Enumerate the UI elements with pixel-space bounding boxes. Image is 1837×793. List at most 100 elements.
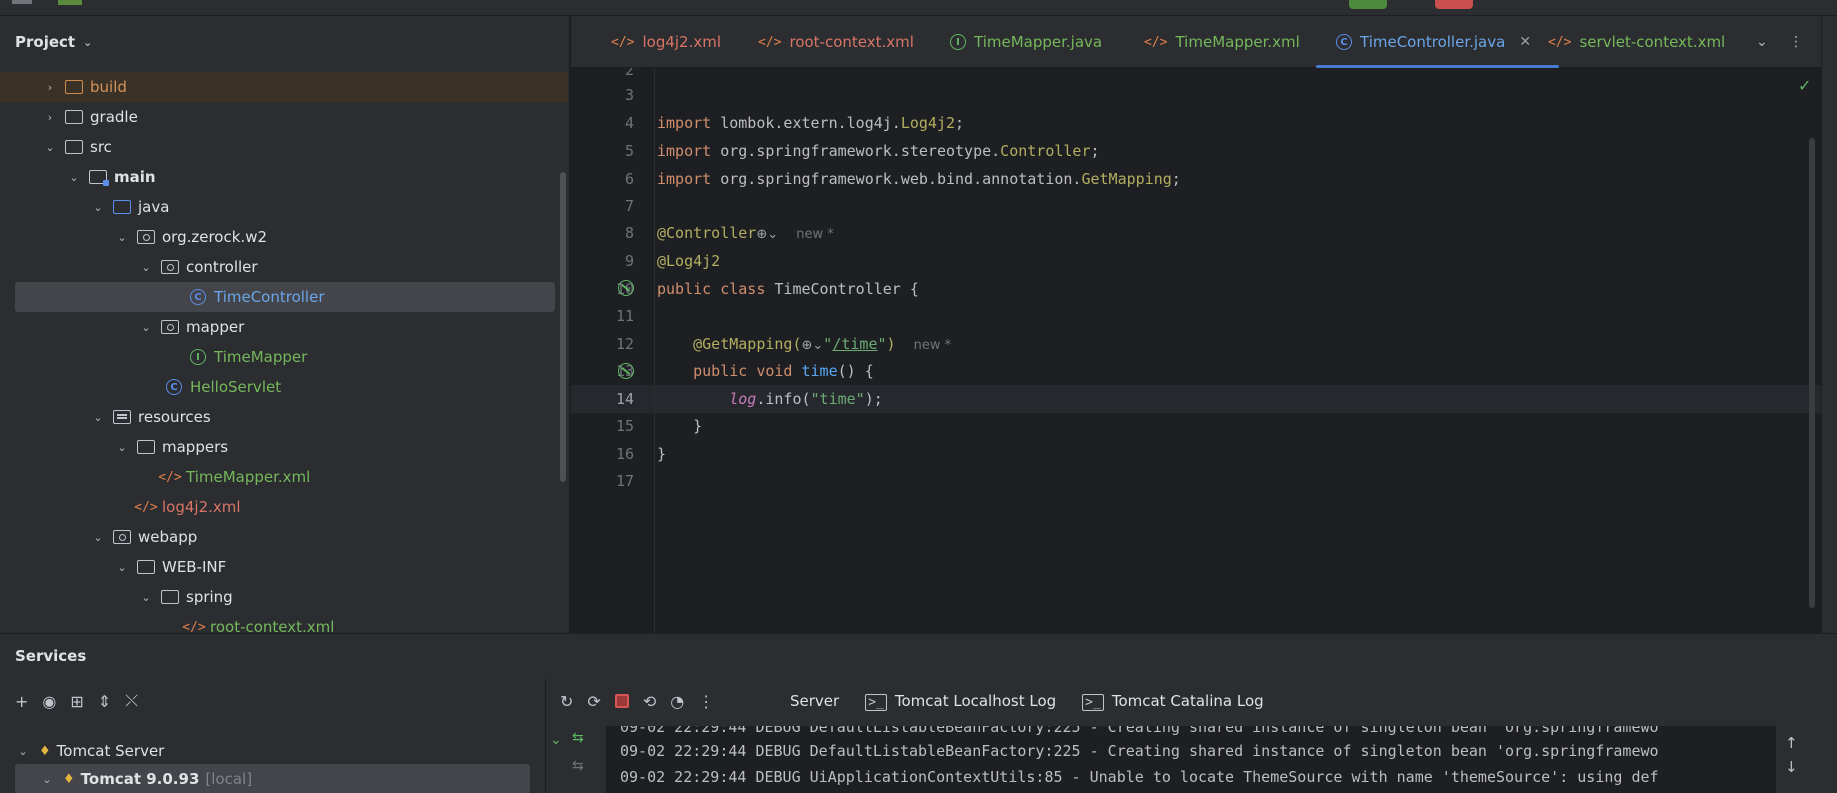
- spring-web-endpoint-icon[interactable]: [618, 363, 634, 379]
- services-panel: Services + ◉ ⊞ ⇕ ⤬ ⌄ ♦ Tomcat Server ⌄ ♦…: [0, 633, 1837, 793]
- code-line-12: @GetMapping(⊕⌄"/time") new *: [693, 335, 952, 353]
- tree-item-webapp[interactable]: ⌄ webapp: [0, 522, 568, 552]
- more-options-icon[interactable]: ⋮: [1789, 16, 1803, 68]
- tree-item-web-inf[interactable]: ⌄ WEB-INF: [0, 552, 568, 582]
- more-options-icon[interactable]: ⋮: [698, 692, 714, 711]
- tree-item-mappers[interactable]: ⌄ mappers: [0, 432, 568, 462]
- chevron-down-icon[interactable]: ⌄: [83, 36, 92, 49]
- rerun-icon[interactable]: ↻: [560, 692, 573, 711]
- xml-file-icon: </>: [1548, 34, 1572, 50]
- chevron-down-icon[interactable]: ⌄: [15, 745, 31, 758]
- chevron-down-icon[interactable]: ⌄: [90, 531, 106, 544]
- collapse-all-icon[interactable]: ⤬: [125, 691, 138, 711]
- chevron-down-icon[interactable]: ⌄: [114, 231, 130, 244]
- author-hint[interactable]: new *: [914, 338, 952, 353]
- package-icon: [161, 320, 179, 334]
- tree-item-helloservlet[interactable]: C HelloServlet: [0, 372, 568, 402]
- globe-icon[interactable]: ⊕⌄: [802, 338, 824, 353]
- tree-item-resources[interactable]: ⌄ resources: [0, 402, 568, 432]
- tree-item-src[interactable]: ⌄ src: [0, 132, 568, 162]
- project-badge-icon[interactable]: [58, 0, 82, 5]
- stop-icon[interactable]: [614, 694, 629, 708]
- update-icon[interactable]: ⟲: [643, 692, 656, 711]
- line-number: 7: [624, 197, 634, 215]
- class-icon: C: [166, 379, 182, 395]
- interface-icon: I: [190, 349, 206, 365]
- chevron-down-icon[interactable]: ⌄: [550, 732, 562, 748]
- project-title: Project: [15, 33, 76, 51]
- tree-item-gradle[interactable]: › gradle: [0, 102, 568, 132]
- tree-item-package[interactable]: ⌄ org.zerock.w2: [0, 222, 568, 252]
- no-problems-check-icon[interactable]: ✓: [1798, 76, 1811, 95]
- tab-tomcat-catalina-log[interactable]: >_ Tomcat Catalina Log: [1082, 692, 1264, 711]
- code-line-16: }: [657, 445, 667, 463]
- chevron-right-icon[interactable]: ›: [42, 81, 58, 94]
- code-line-5: import org.springframework.stereotype.Co…: [657, 142, 1100, 160]
- chevron-right-icon[interactable]: ›: [42, 111, 58, 124]
- tree-item-timemapper-xml[interactable]: </> TimeMapper.xml: [0, 462, 568, 492]
- tree-item-timemapper[interactable]: I TimeMapper: [0, 342, 568, 372]
- new-group-icon[interactable]: ⊞: [70, 692, 83, 711]
- line-number: 17: [615, 472, 634, 490]
- add-service-icon[interactable]: +: [15, 692, 28, 711]
- package-icon: [137, 230, 155, 244]
- tree-item-root-context-xml[interactable]: </> root-context.xml: [0, 612, 568, 633]
- tab-server[interactable]: Server: [790, 692, 839, 710]
- eye-icon[interactable]: ◉: [42, 692, 56, 711]
- tab-timemapper-java[interactable]: I TimeMapper.java: [950, 16, 1102, 68]
- editor-tabs: </> log4j2.xml </> root-context.xml I Ti…: [571, 16, 1837, 68]
- tree-item-mapper[interactable]: ⌄ mapper: [0, 312, 568, 342]
- chevron-down-icon[interactable]: ⌄: [114, 441, 130, 454]
- arrow-up-icon[interactable]: ↑: [1785, 734, 1798, 752]
- globe-icon[interactable]: ⊕⌄: [756, 227, 778, 242]
- line-number: 12: [615, 335, 634, 353]
- project-scrollbar[interactable]: [560, 172, 566, 482]
- chevron-down-icon[interactable]: ⌄: [138, 261, 154, 274]
- profiler-icon[interactable]: ◔: [670, 692, 684, 711]
- stop-button[interactable]: [1435, 0, 1473, 9]
- chevron-down-icon[interactable]: ⌄: [90, 411, 106, 424]
- tree-item-controller[interactable]: ⌄ controller: [0, 252, 568, 282]
- tab-servlet-context-xml[interactable]: </> servlet-context.xml: [1548, 16, 1725, 68]
- tree-item-build[interactable]: › build: [0, 72, 568, 102]
- tab-timecontroller-java[interactable]: C TimeController.java ✕: [1315, 16, 1560, 68]
- rerun-debug-icon[interactable]: ⟳: [587, 692, 600, 711]
- service-tomcat-server[interactable]: ⌄ ♦ Tomcat Server: [15, 736, 164, 766]
- folder-icon: [137, 440, 155, 454]
- chevron-down-icon[interactable]: ⌄: [1756, 16, 1768, 68]
- tree-item-spring[interactable]: ⌄ spring: [0, 582, 568, 612]
- tree-item-log4j2-xml[interactable]: </> log4j2.xml: [0, 492, 568, 522]
- chevron-down-icon[interactable]: ⌄: [90, 201, 106, 214]
- spring-bean-icon[interactable]: [618, 280, 634, 296]
- console-output[interactable]: 09-02 22:29:44 DEBUG DefaultListableBean…: [606, 726, 1776, 793]
- tab-tomcat-localhost-log[interactable]: >_ Tomcat Localhost Log: [865, 692, 1056, 711]
- chevron-down-icon[interactable]: ⌄: [138, 321, 154, 334]
- chevron-down-icon[interactable]: ⌄: [138, 591, 154, 604]
- tab-root-context-xml[interactable]: </> root-context.xml: [758, 16, 914, 68]
- chevron-down-icon[interactable]: ⌄: [42, 141, 58, 154]
- editor-scrollbar[interactable]: [1809, 138, 1815, 608]
- project-panel-header[interactable]: Project ⌄: [0, 16, 569, 68]
- tree-item-timecontroller[interactable]: C TimeController: [15, 282, 555, 312]
- code-editor[interactable]: 2 3 4 5 6 7 8 9 10 11 12 13 14 15 16 17 …: [571, 68, 1821, 633]
- service-tomcat-instance[interactable]: ⌄ ♦ Tomcat 9.0.93 [local]: [15, 764, 530, 793]
- deploy-icon[interactable]: ⇆: [572, 758, 584, 774]
- run-button[interactable]: [1349, 0, 1387, 9]
- chevron-down-icon[interactable]: ⌄: [39, 773, 55, 786]
- close-icon[interactable]: ✕: [1519, 34, 1531, 50]
- chevron-down-icon[interactable]: ⌄: [66, 171, 82, 184]
- console-scroll-controls: ↑ ↓: [1785, 734, 1798, 776]
- code-line-8: @Controller⊕⌄ new *: [657, 224, 834, 242]
- tab-log4j2-xml[interactable]: </> log4j2.xml: [611, 16, 721, 68]
- expand-all-icon[interactable]: ⇕: [98, 692, 111, 711]
- deploy-icon[interactable]: ⇆: [572, 730, 584, 746]
- code-line-13: public void time() {: [693, 362, 874, 380]
- author-hint[interactable]: new *: [796, 227, 834, 242]
- tab-timemapper-xml[interactable]: </> TimeMapper.xml: [1144, 16, 1300, 68]
- arrow-down-icon[interactable]: ↓: [1785, 758, 1798, 776]
- tree-item-main[interactable]: ⌄ main: [0, 162, 568, 192]
- menu-icon[interactable]: [12, 0, 32, 4]
- tree-item-java[interactable]: ⌄ java: [0, 192, 568, 222]
- source-root-folder-icon: [89, 170, 109, 186]
- chevron-down-icon[interactable]: ⌄: [114, 561, 130, 574]
